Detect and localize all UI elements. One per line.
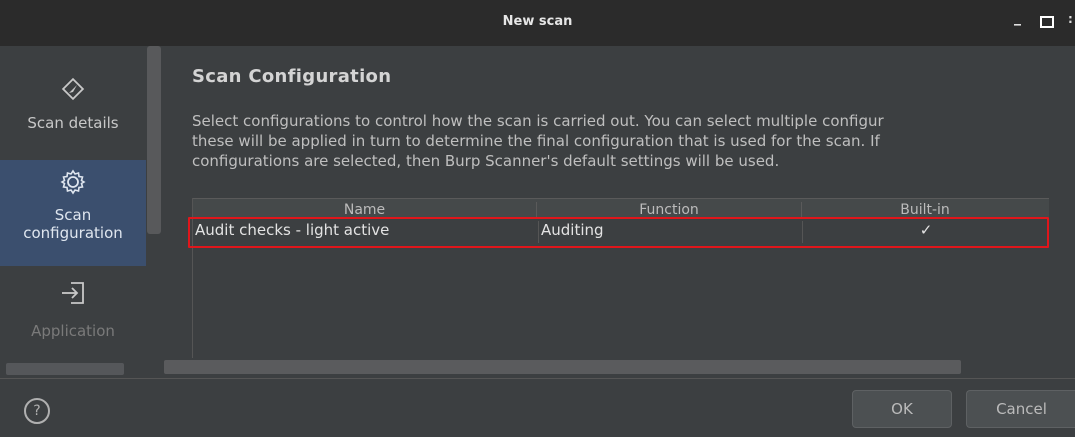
sidebar-item-label: Application bbox=[31, 322, 115, 340]
cancel-button[interactable]: Cancel bbox=[966, 390, 1075, 428]
scan-configuration-panel: Scan Configuration Select configurations… bbox=[192, 66, 1075, 170]
compass-icon bbox=[61, 77, 85, 101]
description-line: Select configurations to control how the… bbox=[192, 112, 884, 130]
description-line: these will be applied in turn to determi… bbox=[192, 132, 880, 150]
login-icon bbox=[62, 282, 84, 304]
title-bar: New scan _ : bbox=[0, 0, 1075, 46]
ok-button[interactable]: OK bbox=[852, 390, 952, 428]
close-button[interactable]: : bbox=[1068, 12, 1072, 28]
minimize-button[interactable]: _ bbox=[1014, 10, 1021, 26]
horizontal-scrollbar[interactable] bbox=[164, 360, 961, 374]
help-icon[interactable]: ? bbox=[24, 398, 50, 424]
column-header-function[interactable]: Function bbox=[537, 202, 802, 217]
gear-icon bbox=[60, 169, 86, 195]
selection-highlight bbox=[188, 217, 1049, 248]
column-header-built-in[interactable]: Built-in bbox=[802, 202, 1048, 217]
sidebar-item-scan-configuration[interactable]: Scan configuration bbox=[0, 160, 146, 266]
sidebar: Scan details Scan configuration Applicat… bbox=[0, 46, 146, 376]
sidebar-item-application[interactable]: Application bbox=[0, 278, 146, 376]
sidebar-item-label: Scan details bbox=[27, 114, 119, 132]
sidebar-horizontal-scrollbar[interactable] bbox=[6, 363, 124, 375]
table-header: Name Function Built-in bbox=[193, 198, 1049, 217]
column-header-name[interactable]: Name bbox=[193, 202, 537, 217]
window-title: New scan bbox=[502, 14, 573, 29]
page-title: Scan Configuration bbox=[192, 66, 392, 87]
sidebar-item-label: Scan configuration bbox=[23, 206, 123, 242]
description-line: configurations are selected, then Burp S… bbox=[192, 152, 780, 170]
maximize-button[interactable] bbox=[1040, 16, 1054, 28]
description: Select configurations to control how the… bbox=[192, 111, 1075, 171]
sidebar-scrollbar[interactable] bbox=[147, 46, 161, 234]
